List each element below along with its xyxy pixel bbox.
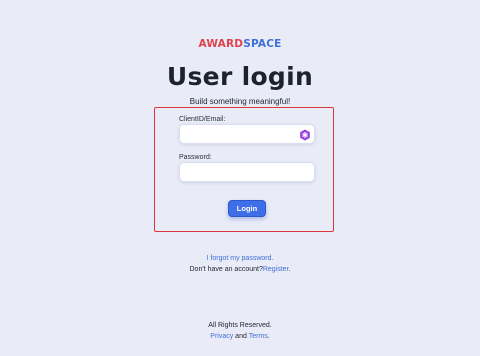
page-subtitle: Build something meaningful! xyxy=(189,97,291,106)
client-id-input[interactable] xyxy=(179,124,315,144)
brand-logo[interactable]: AWARDSPACE xyxy=(0,38,480,50)
footer-and-text: and xyxy=(233,333,249,340)
forgot-password-link[interactable]: I forgot my password. xyxy=(207,255,274,262)
password-label: Password: xyxy=(179,154,212,161)
client-id-label: ClientID/Email: xyxy=(179,116,226,123)
password-input[interactable] xyxy=(179,162,315,182)
page-title: User login xyxy=(166,62,314,91)
no-account-text: Don't have an account? xyxy=(189,266,263,273)
terms-link[interactable]: Terms xyxy=(249,333,268,340)
password-manager-icon[interactable] xyxy=(299,128,311,141)
login-form: ClientID/Email: Password: Login xyxy=(154,107,334,232)
register-suffix: . xyxy=(288,266,291,273)
footer-suffix: . xyxy=(267,333,270,340)
login-button[interactable]: Login xyxy=(228,200,266,217)
register-row: Don't have an account?Register. xyxy=(0,266,480,273)
brand-logo-part1: AWARD xyxy=(198,38,244,50)
client-id-field-wrapper xyxy=(179,124,315,144)
register-link[interactable]: Register xyxy=(263,266,289,273)
footer-rights: All Rights Reserved. xyxy=(208,322,272,329)
privacy-link[interactable]: Privacy xyxy=(210,333,233,340)
footer-links: Privacy and Terms. xyxy=(0,333,480,340)
brand-logo-part2: SPACE xyxy=(243,38,282,50)
forgot-password-row: I forgot my password. xyxy=(0,255,480,262)
